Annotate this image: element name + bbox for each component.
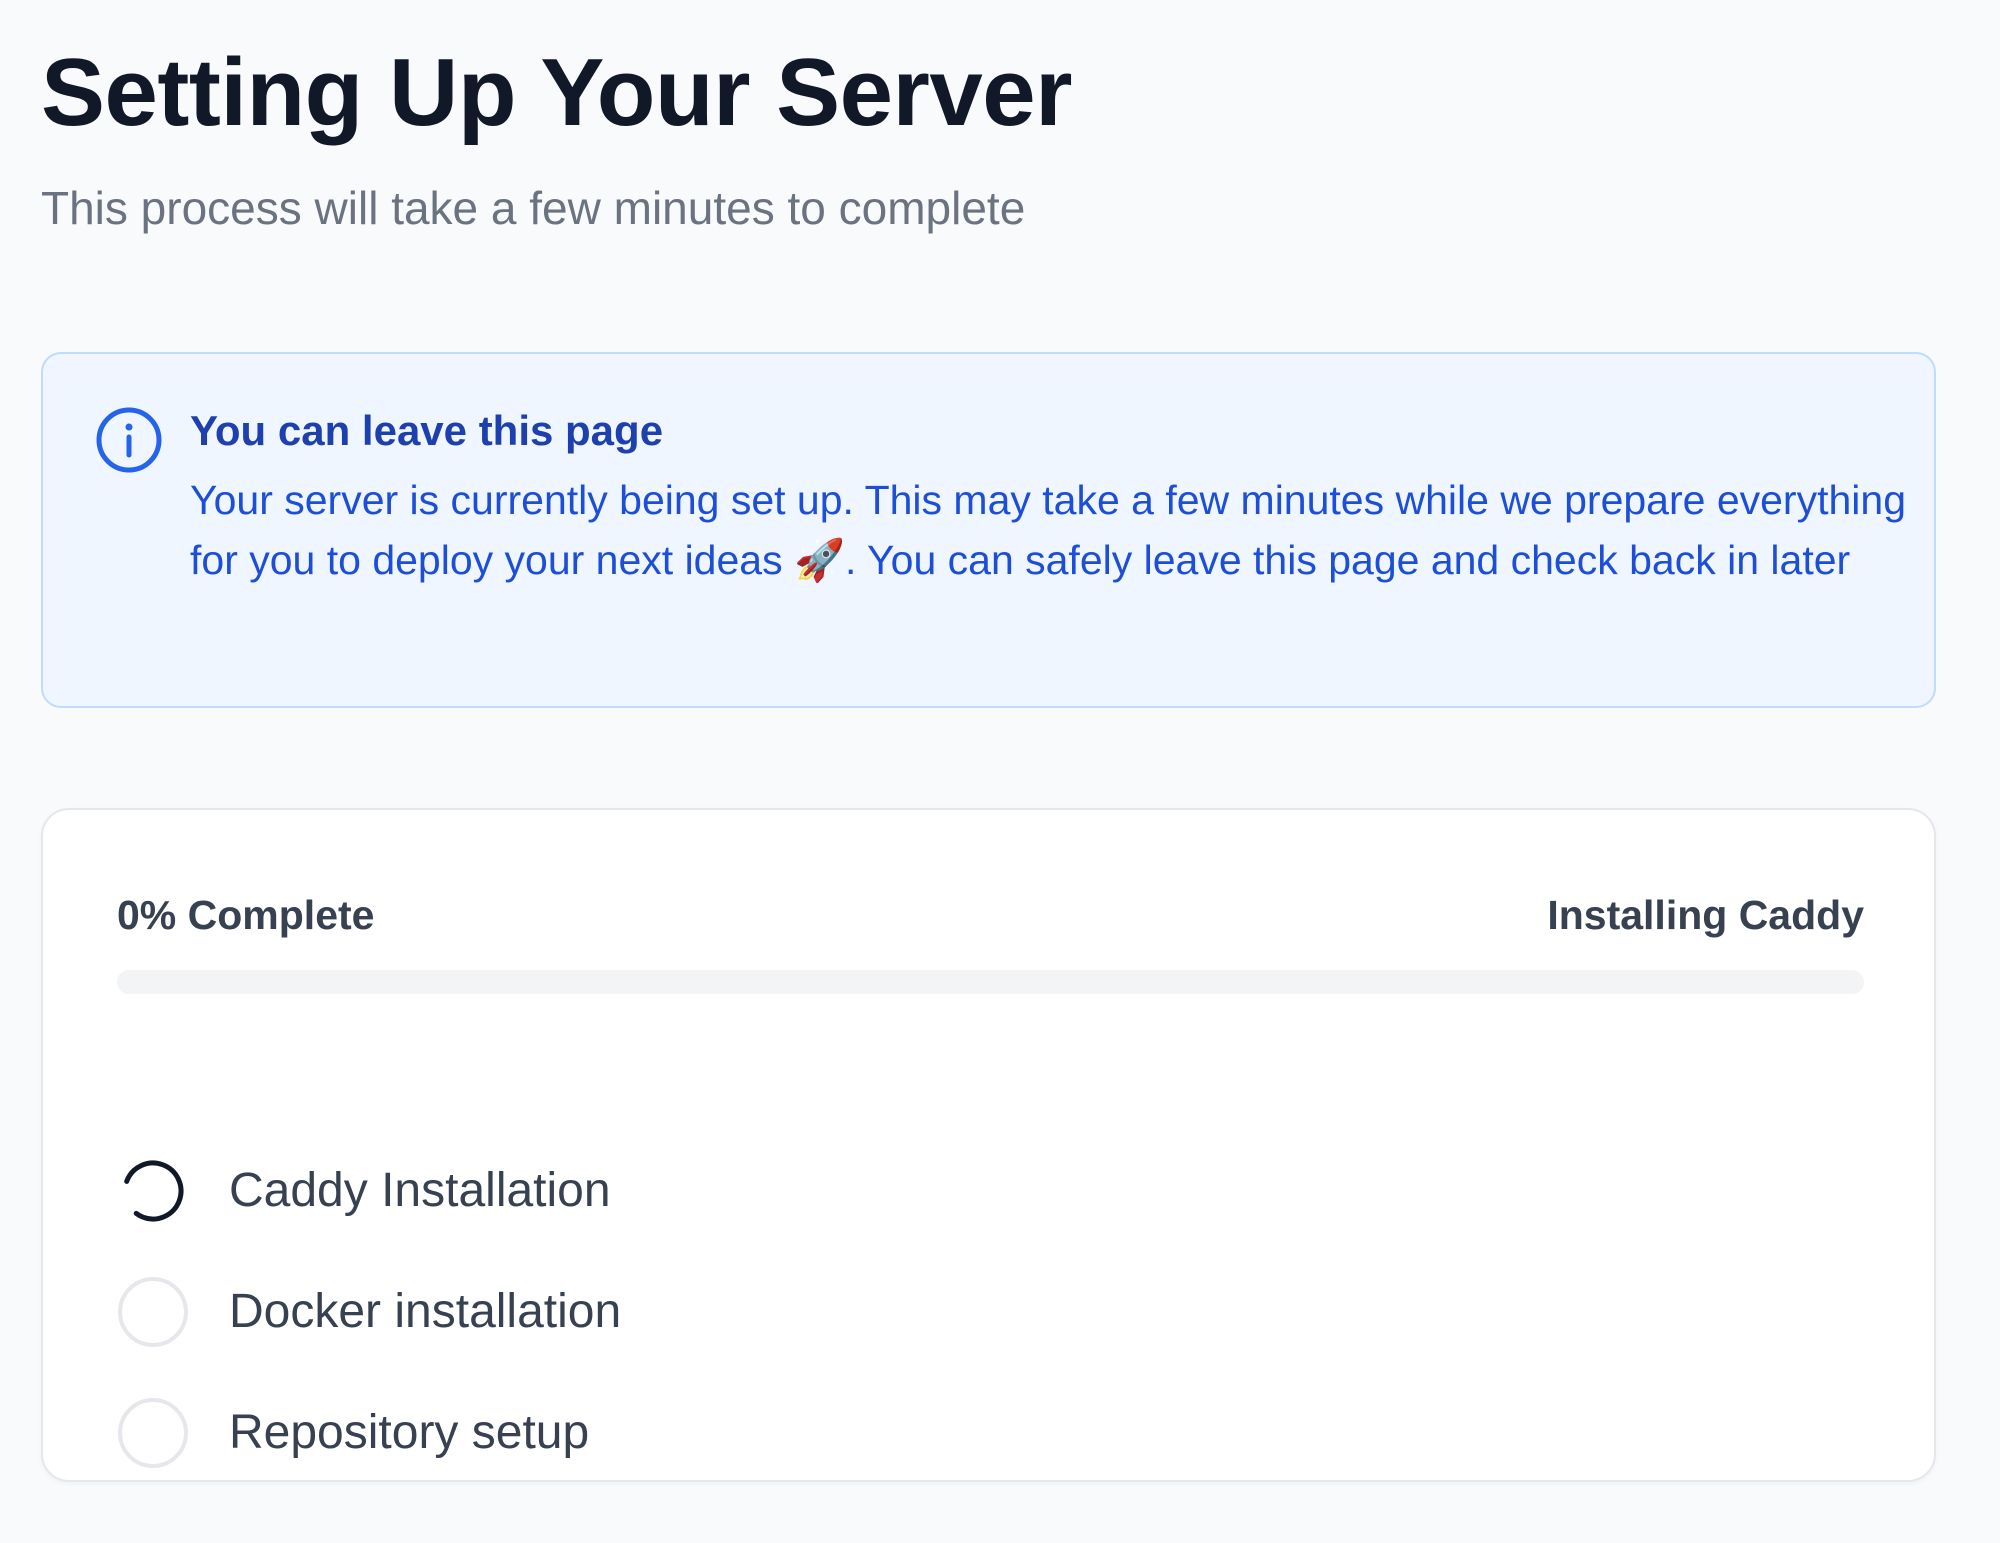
info-content: You can leave this page Your server is c… (190, 406, 1910, 590)
info-notice: You can leave this page Your server is c… (41, 352, 1936, 708)
progress-percent-label: 0% Complete (117, 892, 375, 938)
progress-bar (117, 970, 1864, 994)
progress-header: 0% Complete Installing Caddy (117, 890, 1864, 940)
info-body: Your server is currently being set up. T… (190, 477, 1906, 583)
empty-circle-icon (118, 1397, 188, 1468)
step-label: Docker installation (229, 1284, 622, 1338)
empty-circle-icon (118, 1276, 188, 1347)
step-docker-installation: Docker installation (117, 1251, 1864, 1372)
step-label: Caddy Installation (229, 1163, 611, 1217)
progress-card: 0% Complete Installing Caddy Caddy Insta… (41, 808, 1936, 1482)
spinner-icon (122, 1160, 184, 1221)
step-repository-setup: Repository setup (117, 1372, 1864, 1493)
progress-status-label: Installing Caddy (1547, 892, 1864, 938)
setup-steps-list: Caddy Installation Docker installation R… (117, 1130, 1864, 1493)
step-caddy-installation: Caddy Installation (117, 1130, 1864, 1251)
info-heading: You can leave this page (190, 407, 664, 454)
page-subtitle: This process will take a few minutes to … (41, 182, 1026, 234)
page-title: Setting Up Your Server (41, 39, 1073, 146)
step-label: Repository setup (229, 1405, 590, 1459)
info-circle-icon (96, 407, 162, 473)
setup-page: Setting Up Your Server This process will… (41, 38, 1940, 1482)
